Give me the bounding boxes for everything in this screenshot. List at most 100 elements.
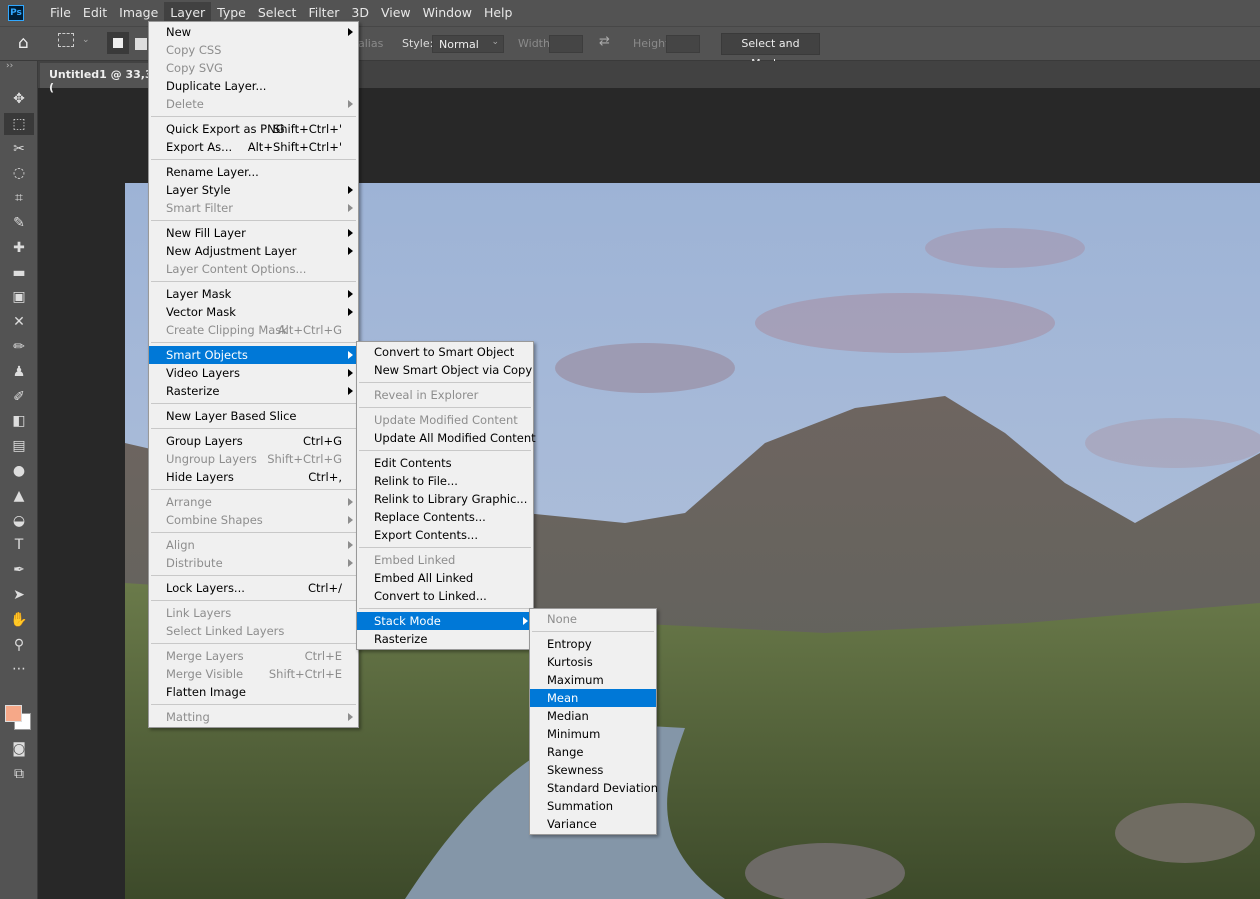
rock — [1115, 803, 1255, 863]
quick-select-icon[interactable]: ◌ — [4, 162, 34, 184]
dodge-icon[interactable]: ◒ — [4, 510, 34, 532]
menu-item-mean[interactable]: Mean — [530, 689, 656, 707]
menu-item-new-layer-based-slice[interactable]: New Layer Based Slice — [149, 407, 358, 425]
menu-edit[interactable]: Edit — [77, 2, 113, 24]
menu-item-label: Merge Visible — [166, 667, 244, 681]
menu-item-smart-objects[interactable]: Smart Objects — [149, 346, 358, 364]
stack-mode-submenu: None Entropy Kurtosis Maximum Mean Median Mini… — [529, 608, 658, 835]
menu-item-label: Flatten Image — [166, 685, 246, 699]
menu-item-label: Duplicate Layer... — [166, 79, 267, 93]
menu-item-convert-to-linked[interactable]: Convert to Linked... — [357, 587, 533, 605]
menu-item-layer-mask[interactable]: Layer Mask — [149, 285, 358, 303]
menu-item-new-smart-object-via-copy[interactable]: New Smart Object via Copy — [357, 361, 533, 379]
menu-item-group-layers[interactable]: Group Layers Ctrl+G — [149, 432, 358, 450]
patch-icon[interactable]: ▬ — [4, 262, 34, 284]
menu-item-range[interactable]: Range — [530, 743, 656, 761]
menu-item-quick-export-as-png[interactable]: Quick Export as PNG Shift+Ctrl+' — [149, 120, 358, 138]
menu-item-relink-to-file[interactable]: Relink to File... — [357, 472, 533, 490]
menu-item-edit-contents[interactable]: Edit Contents — [357, 454, 533, 472]
menu-item-median[interactable]: Median — [530, 707, 656, 725]
pen-icon[interactable]: ✒ — [4, 559, 34, 581]
menu-window[interactable]: Window — [417, 2, 478, 24]
sharpen-icon[interactable]: ▲ — [4, 485, 34, 507]
menu-item-entropy[interactable]: Entropy — [530, 635, 656, 653]
chevron-down-icon[interactable]: ⌄ — [82, 35, 90, 45]
menu-help[interactable]: Help — [478, 2, 519, 24]
menu-item-label: Delete — [166, 97, 204, 111]
blur-icon[interactable]: ● — [4, 460, 34, 482]
add-selection-icon[interactable] — [135, 38, 147, 50]
healing-icon[interactable]: ✚ — [4, 237, 34, 259]
submenu-arrow-icon — [348, 516, 353, 524]
menu-item-kurtosis[interactable]: Kurtosis — [530, 653, 656, 671]
menu-item-stack-mode[interactable]: Stack Mode — [357, 612, 533, 630]
menu-item-label: Layer Style — [166, 183, 231, 197]
menu-item-video-layers[interactable]: Video Layers — [149, 364, 358, 382]
crop-icon[interactable]: ⌗ — [4, 187, 34, 209]
menu-item-rename-layer[interactable]: Rename Layer... — [149, 163, 358, 181]
menu-view[interactable]: View — [375, 2, 417, 24]
quick-mask-icon[interactable]: ◙ — [4, 738, 34, 760]
menu-item-flatten-image[interactable]: Flatten Image — [149, 683, 358, 701]
menu-item-vector-mask[interactable]: Vector Mask — [149, 303, 358, 321]
type-icon[interactable]: T — [4, 534, 34, 556]
menu-separator — [149, 486, 358, 493]
menu-item-lock-layers[interactable]: Lock Layers... Ctrl+/ — [149, 579, 358, 597]
menu-item-new-adjustment-layer[interactable]: New Adjustment Layer — [149, 242, 358, 260]
menu-item-label: Relink to File... — [374, 474, 458, 488]
screen-mode-icon[interactable]: ⧉ — [4, 763, 34, 785]
menu-item-update-all-modified-content[interactable]: Update All Modified Content — [357, 429, 536, 447]
menu-item-hide-layers[interactable]: Hide Layers Ctrl+, — [149, 468, 358, 486]
history-brush-icon[interactable]: ✐ — [4, 386, 34, 408]
menu-item-new[interactable]: New — [149, 23, 358, 41]
gradient-icon[interactable]: ▤ — [4, 435, 34, 457]
menu-item-new-fill-layer[interactable]: New Fill Layer — [149, 224, 358, 242]
hand-icon[interactable]: ✋ — [4, 609, 34, 631]
foreground-color-swatch[interactable] — [5, 705, 22, 722]
menu-separator — [530, 628, 656, 635]
menu-item-rasterize[interactable]: Rasterize — [149, 382, 358, 400]
menu-item-export-contents[interactable]: Export Contents... — [357, 526, 533, 544]
menu-item-variance[interactable]: Variance — [530, 815, 656, 833]
select-and-mask-button[interactable]: Select and Mask... — [721, 33, 820, 70]
more-icon[interactable]: ⋯ — [4, 658, 34, 680]
marquee-icon[interactable]: ⬚ — [4, 112, 34, 135]
swap-icon[interactable]: ⇄ — [599, 34, 610, 49]
menu-item-skewness[interactable]: Skewness — [530, 761, 656, 779]
home-icon[interactable]: ⌂ — [18, 33, 29, 53]
menu-item-replace-contents[interactable]: Replace Contents... — [357, 508, 533, 526]
menu-item-reveal-in-explorer: Reveal in Explorer — [357, 386, 533, 404]
menu-item-embed-all-linked[interactable]: Embed All Linked — [357, 569, 533, 587]
smart-objects-submenu: Convert to Smart Object New Smart Object … — [356, 341, 536, 650]
collapse-icon[interactable]: ›› — [6, 61, 13, 71]
eraser-icon[interactable]: ◧ — [4, 410, 34, 432]
style-select[interactable]: Normal ⌄ — [432, 35, 504, 53]
move-icon[interactable]: ✥ — [4, 88, 34, 110]
width-input[interactable] — [549, 35, 583, 53]
menu-item-label: Convert to Smart Object — [374, 345, 515, 359]
content-aware-icon[interactable]: ▣ — [4, 286, 34, 308]
path-select-icon[interactable]: ➤ — [4, 584, 34, 606]
tools-panel: ›› ✥ ⬚ ✂ ◌ ⌗ ✎ ✚ ▬ ▣ ✕ ✏ ♟ ✐ ◧ ▤ ● ▲ ◒ T ✒ ➤ ✋ ⚲ ⋯ ◙ ⧉ — [0, 61, 38, 899]
menu-item-standard-deviation[interactable]: Standard Deviation — [530, 779, 658, 797]
menu-item-maximum[interactable]: Maximum — [530, 671, 656, 689]
swap-icon[interactable]: ✕ — [4, 311, 34, 333]
menu-item-relink-to-library-graphic[interactable]: Relink to Library Graphic... — [357, 490, 533, 508]
menu-item-rasterize[interactable]: Rasterize — [357, 630, 533, 648]
brush-icon[interactable]: ✏ — [4, 336, 34, 358]
menu-item-minimum[interactable]: Minimum — [530, 725, 656, 743]
lasso-icon[interactable]: ✂ — [4, 138, 34, 160]
menu-item-duplicate-layer[interactable]: Duplicate Layer... — [149, 77, 358, 95]
menu-file[interactable]: File — [44, 2, 77, 24]
menu-item-summation[interactable]: Summation — [530, 797, 656, 815]
stamp-icon[interactable]: ♟ — [4, 361, 34, 383]
submenu-arrow-icon — [348, 290, 353, 298]
menu-item-layer-style[interactable]: Layer Style — [149, 181, 358, 199]
new-selection-icon[interactable] — [107, 32, 129, 54]
menu-item-export-as[interactable]: Export As... Alt+Shift+Ctrl+' — [149, 138, 358, 156]
menu-item-convert-to-smart-object[interactable]: Convert to Smart Object — [357, 343, 533, 361]
marquee-preset-icon[interactable] — [58, 33, 74, 47]
height-input[interactable] — [666, 35, 700, 53]
zoom-icon[interactable]: ⚲ — [4, 634, 34, 656]
eyedropper-icon[interactable]: ✎ — [4, 212, 34, 234]
